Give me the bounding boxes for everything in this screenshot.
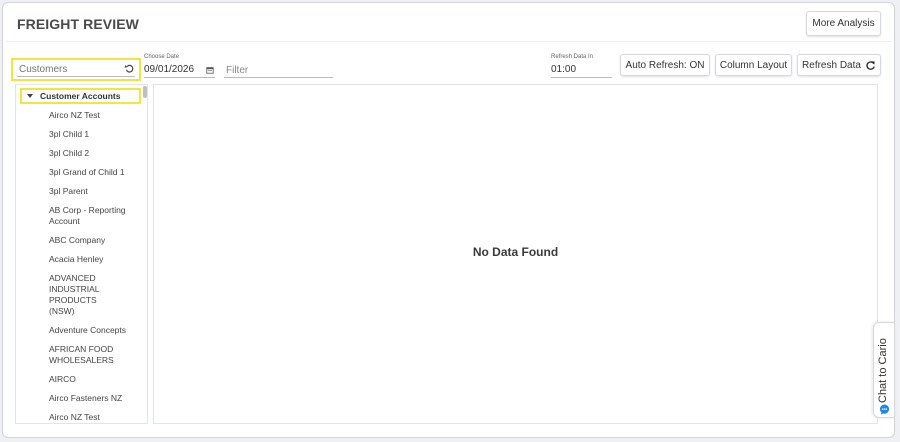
chat-label: Chat to Cario <box>877 338 889 403</box>
refresh-data-button[interactable]: Refresh Data <box>797 54 881 76</box>
empty-state-message: No Data Found <box>472 245 559 259</box>
tree-scrollbar[interactable] <box>143 86 147 98</box>
page-title: FREIGHT REVIEW <box>17 16 139 32</box>
filter-underline <box>224 77 333 78</box>
list-item[interactable]: 3pl Child 2 <box>49 148 144 159</box>
refresh-time-field[interactable]: 01:00 <box>551 64 576 75</box>
refresh-data-label: Refresh Data <box>802 59 861 71</box>
choose-date-label: Choose Date <box>144 54 180 60</box>
list-item[interactable]: ABC Company <box>49 235 144 246</box>
reset-icon[interactable] <box>124 63 135 74</box>
results-grid: No Data Found <box>153 84 878 424</box>
refresh-icon <box>866 60 875 70</box>
tree-root-label: Customer Accounts <box>40 91 121 101</box>
list-item[interactable]: Airco Fasteners NZ <box>49 393 144 404</box>
list-item[interactable]: AIRCO <box>49 374 144 385</box>
filter-input[interactable] <box>224 64 336 77</box>
more-analysis-button[interactable]: More Analysis <box>806 11 881 36</box>
list-item[interactable]: 3pl Grand of Child 1 <box>49 167 144 178</box>
date-field[interactable]: 09/01/2026 <box>144 64 194 75</box>
list-item[interactable]: 3pl Child 1 <box>49 129 144 140</box>
list-item[interactable]: ADVANCED INDUSTRIAL PRODUCTS (NSW) <box>49 273 119 317</box>
list-item[interactable]: Adventure Concepts <box>49 325 144 336</box>
tree-root-customer-accounts[interactable]: Customer Accounts <box>20 88 141 104</box>
customers-selector[interactable] <box>11 58 141 81</box>
date-underline <box>144 77 215 78</box>
refresh-data-in-label: Refresh Data In <box>551 54 594 60</box>
chat-bubble-icon <box>879 404 890 415</box>
chat-launcher[interactable]: Chat to Cario <box>873 322 895 418</box>
list-item[interactable]: Airco NZ Test <box>49 110 144 121</box>
more-analysis-label: More Analysis <box>812 18 875 29</box>
list-item[interactable]: AB Corp - Reporting Account <box>49 205 144 227</box>
column-layout-button[interactable]: Column Layout <box>715 54 792 76</box>
customers-input[interactable] <box>17 63 125 76</box>
caret-down-icon[interactable] <box>27 94 33 98</box>
list-item[interactable]: 3pl Parent <box>49 186 144 197</box>
auto-refresh-label: Auto Refresh: ON <box>625 59 705 71</box>
customer-account-list: Airco NZ Test 3pl Child 1 3pl Child 2 3p… <box>49 110 144 431</box>
customers-underline <box>17 76 135 77</box>
list-item[interactable]: AFRICAN FOOD WHOLESALERS <box>49 344 121 366</box>
refresh-time-underline <box>551 77 612 78</box>
list-item[interactable]: Airco NZ Test <box>49 412 144 423</box>
header-divider <box>6 41 891 42</box>
auto-refresh-button[interactable]: Auto Refresh: ON <box>620 54 710 76</box>
column-layout-label: Column Layout <box>719 59 788 71</box>
list-item[interactable]: Acacia Henley <box>49 254 144 265</box>
calendar-icon[interactable] <box>206 66 214 74</box>
